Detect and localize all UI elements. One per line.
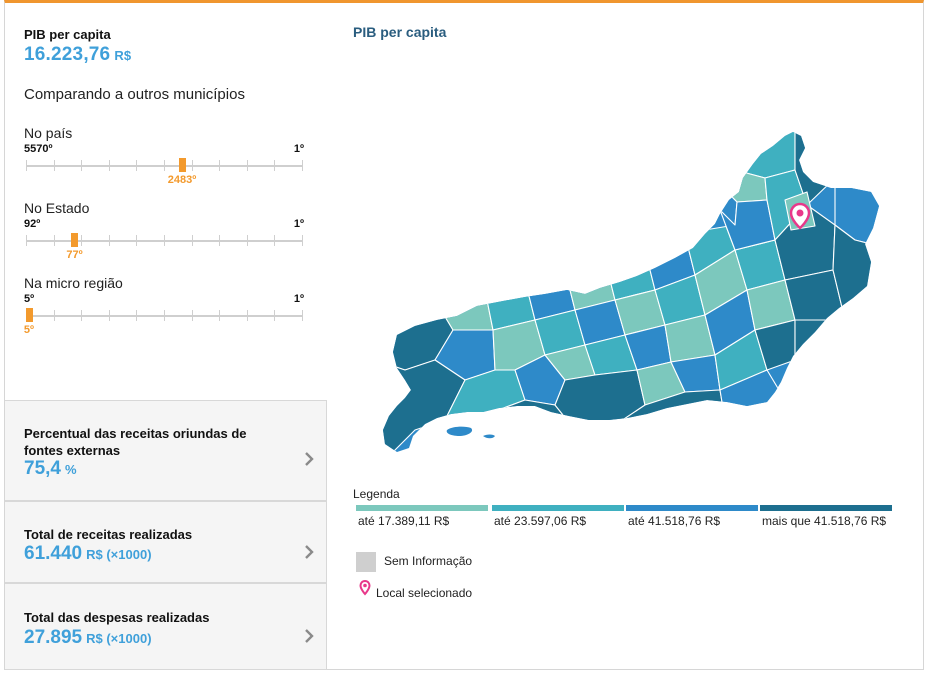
- rank-country: No país 5570º 1º 2483º: [24, 125, 304, 186]
- pib-number: 16.223,76: [24, 44, 111, 65]
- map-region[interactable]: [554, 369, 646, 431]
- rank-label: No país: [24, 125, 73, 141]
- rank-tick: [26, 160, 27, 171]
- rank-marker: [26, 308, 33, 322]
- rank-tick: [81, 235, 83, 246]
- legend-swatch: [356, 505, 488, 511]
- pib-title: PIB per capita: [24, 27, 111, 42]
- rank-tick: [81, 310, 83, 321]
- map-region[interactable]: [794, 319, 846, 371]
- rank-microregion: Na micro região 5º 1º 5º: [23, 275, 304, 336]
- rank-tick: [302, 235, 303, 246]
- selected-location-label: Local selecionado: [376, 586, 473, 600]
- chevron-right-icon[interactable]: [302, 542, 316, 562]
- rank-max: 1º: [293, 218, 304, 230]
- card-total-revenue[interactable]: Total de receitas realizadas 61.440 R$ (×…: [5, 501, 327, 583]
- card-title: Total das despesas realizadas: [24, 610, 210, 625]
- left-column: PIB per capita 16.223,76 R$ Comparando a …: [5, 3, 327, 670]
- rank-tick: [219, 235, 221, 246]
- card-value: 75,4%: [24, 458, 77, 480]
- legend-label: até 23.597,06 R$: [494, 514, 587, 528]
- legend-item: até 23.597,06 R$: [492, 505, 624, 528]
- map-island[interactable]: [483, 434, 495, 439]
- map-region[interactable]: [714, 130, 796, 179]
- map-title: PIB per capita: [353, 24, 447, 40]
- rank-marker-label: 5º: [23, 324, 35, 336]
- rank-min: 92º: [24, 218, 41, 230]
- rank-tick: [53, 160, 55, 171]
- rank-tick: [136, 235, 138, 246]
- rank-tick: [81, 160, 83, 171]
- rank-min: 5º: [24, 293, 35, 305]
- rank-tick: [246, 310, 248, 321]
- card-value: 27.895 R$ (×1000): [24, 627, 152, 649]
- rank-label: Na micro região: [24, 275, 123, 291]
- rank-max: 1º: [293, 293, 304, 305]
- rank-state: No Estado 92º 1º 77º: [24, 200, 304, 261]
- legend-item: mais que 41.518,76 R$: [760, 505, 892, 528]
- card-number: 61.440: [24, 543, 83, 564]
- rank-marker: [71, 233, 79, 247]
- rank-tick: [219, 160, 221, 171]
- rank-tick: [274, 235, 276, 246]
- rank-tick: [136, 310, 138, 321]
- compare-title: Comparando a outros municípios: [24, 86, 245, 103]
- card-unit: R$ (×1000): [86, 547, 152, 562]
- rank-tick: [164, 235, 165, 246]
- rank-tick: [246, 235, 248, 246]
- rank-tick: [191, 160, 193, 171]
- card-title: Percentual das receitas oriundas de font…: [24, 426, 247, 458]
- card-number: 75,4: [24, 458, 61, 479]
- rank-tick: [53, 310, 55, 321]
- card-unit: %: [64, 462, 77, 477]
- chevron-right-icon[interactable]: [302, 626, 316, 646]
- rank-tick: [108, 160, 110, 171]
- legend-swatch: [626, 505, 758, 511]
- card-total-expenses[interactable]: Total das despesas realizadas 27.895 R$ (…: [5, 583, 327, 670]
- rank-min: 5570º: [24, 143, 53, 155]
- rank-tick: [302, 160, 303, 171]
- card-external-revenue[interactable]: Percentual das receitas oriundas de font…: [5, 400, 327, 501]
- legend-item: até 17.389,11 R$: [356, 505, 488, 528]
- legend-label: mais que 41.518,76 R$: [762, 514, 887, 528]
- card-value: 61.440 R$ (×1000): [24, 543, 152, 565]
- rank-tick: [191, 235, 193, 246]
- map-island[interactable]: [446, 426, 473, 436]
- no-info-swatch: [356, 552, 376, 572]
- rank-tick: [274, 160, 276, 171]
- rank-tick: [108, 310, 110, 321]
- card-number: 27.895: [24, 627, 83, 648]
- no-info-label: Sem Informação: [384, 554, 473, 568]
- state-map[interactable]: [375, 130, 895, 460]
- rank-marker-label: 2483º: [167, 174, 197, 186]
- legend-swatch: [492, 505, 624, 511]
- card-unit: R$ (×1000): [86, 631, 152, 646]
- pib-unit: R$: [114, 48, 132, 63]
- rank-tick: [136, 160, 138, 171]
- rank-tick: [246, 160, 248, 171]
- rank-tick: [191, 310, 193, 321]
- legend-label: até 17.389,11 R$: [358, 514, 450, 528]
- rank-tick: [302, 310, 303, 321]
- rank-marker-label: 77º: [66, 249, 83, 261]
- legend-swatch: [760, 505, 892, 511]
- legend-title: Legenda: [353, 487, 400, 501]
- rank-tick: [108, 235, 110, 246]
- rank-max: 1º: [293, 143, 304, 155]
- rank-tick: [164, 160, 165, 171]
- rank-tick: [219, 310, 221, 321]
- rank-tick: [164, 310, 165, 321]
- rank-label: No Estado: [24, 200, 90, 216]
- card-title: Total de receitas realizadas: [24, 527, 193, 542]
- rank-tick: [274, 310, 276, 321]
- rank-tick: [26, 235, 27, 246]
- pib-value: 16.223,76 R$: [24, 44, 131, 66]
- location-pin-icon: [359, 580, 371, 596]
- rank-marker: [178, 158, 186, 172]
- legend-label: até 41.518,76 R$: [628, 514, 721, 528]
- chevron-right-icon[interactable]: [302, 449, 316, 469]
- legend-item: até 41.518,76 R$: [626, 505, 758, 528]
- rank-tick: [53, 235, 55, 246]
